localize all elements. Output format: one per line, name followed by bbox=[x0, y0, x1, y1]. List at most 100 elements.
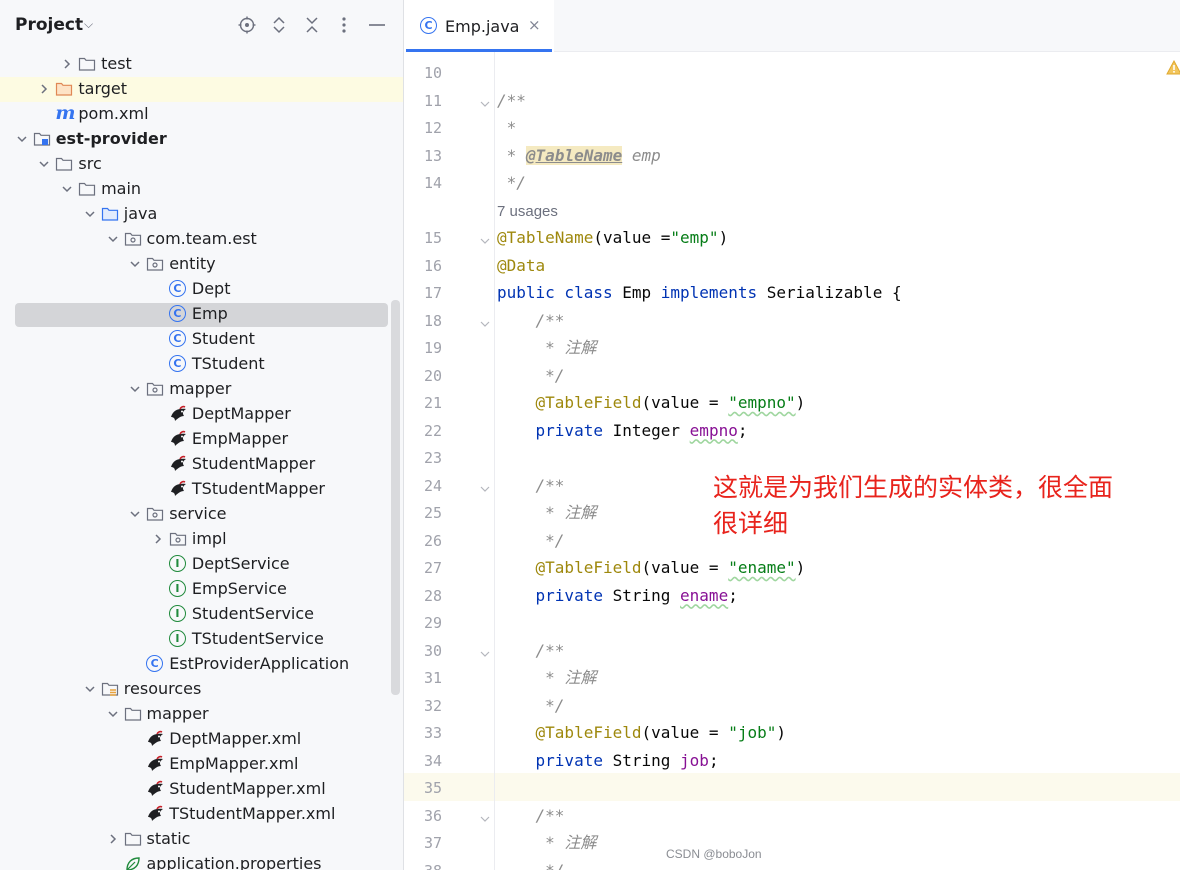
fold-icon[interactable] bbox=[479, 480, 491, 492]
code-line[interactable]: * @TableName emp bbox=[497, 145, 661, 166]
tree-item[interactable]: C TStudent bbox=[0, 352, 403, 377]
code-line[interactable]: private String ename; bbox=[497, 586, 738, 606]
tree-item[interactable]: C Emp bbox=[0, 302, 403, 327]
tree-item[interactable]: main bbox=[0, 177, 403, 202]
tree-item[interactable]: I EmpService bbox=[0, 577, 403, 602]
line-number: 18 bbox=[423, 311, 442, 330]
code-line[interactable]: @TableField(value = "ename") bbox=[497, 558, 806, 578]
code-line[interactable]: /** bbox=[497, 91, 526, 111]
tree-item[interactable]: I DeptService bbox=[0, 552, 403, 577]
expand-all-icon[interactable] bbox=[267, 13, 291, 37]
code-token: ) bbox=[795, 393, 806, 412]
tree-item[interactable]: mapper bbox=[0, 377, 403, 402]
chevron-down-icon[interactable] bbox=[15, 129, 29, 149]
project-title[interactable]: Project bbox=[15, 15, 83, 35]
tree-item[interactable]: I TStudentService bbox=[0, 627, 403, 652]
code-token: ename bbox=[680, 585, 729, 605]
tree-item[interactable]: target bbox=[0, 77, 403, 102]
chevron-down-icon[interactable] bbox=[128, 504, 142, 524]
code-line[interactable]: public class Emp implements Serializable… bbox=[497, 283, 902, 303]
tab-emp-java[interactable]: C Emp.java × bbox=[404, 0, 554, 52]
more-options-icon[interactable] bbox=[332, 13, 356, 37]
tree-item[interactable]: StudentMapper.xml bbox=[0, 777, 403, 802]
chevron-right-icon[interactable] bbox=[37, 79, 51, 99]
fold-icon[interactable] bbox=[479, 315, 491, 327]
tree-item[interactable]: application.properties bbox=[0, 852, 403, 870]
tree-item[interactable]: service bbox=[0, 502, 403, 527]
tree-item[interactable]: StudentMapper bbox=[0, 452, 403, 477]
tree-item[interactable]: TStudentMapper.xml bbox=[0, 802, 403, 827]
code-line[interactable]: private Integer empno; bbox=[497, 420, 748, 441]
tree-item[interactable]: DeptMapper.xml bbox=[0, 727, 403, 752]
chevron-down-icon[interactable] bbox=[83, 679, 97, 699]
chevron-down-icon[interactable] bbox=[128, 379, 142, 399]
tree-item[interactable]: resources bbox=[0, 677, 403, 702]
tree-scrollbar[interactable] bbox=[391, 300, 400, 695]
chevron-down-icon[interactable] bbox=[83, 204, 97, 224]
chevron-down-icon[interactable] bbox=[106, 704, 120, 724]
code-line[interactable]: * bbox=[497, 118, 517, 138]
tree-item[interactable]: java bbox=[0, 202, 403, 227]
tree-item[interactable]: est-provider bbox=[0, 127, 403, 152]
code-line[interactable]: private String job; bbox=[497, 751, 719, 771]
tree-item-label: entity bbox=[169, 254, 216, 273]
code-line[interactable]: */ bbox=[497, 531, 564, 551]
tree-item[interactable]: C Student bbox=[0, 327, 403, 352]
tree-item[interactable]: mapper bbox=[0, 702, 403, 727]
tree-item[interactable]: C Dept bbox=[0, 277, 403, 302]
close-icon[interactable]: × bbox=[528, 16, 541, 34]
code-line[interactable]: */ bbox=[497, 696, 564, 716]
gutter-divider bbox=[494, 52, 495, 870]
collapse-all-icon[interactable] bbox=[300, 13, 324, 37]
chevron-down-icon[interactable] bbox=[60, 179, 74, 199]
code-line[interactable]: @TableField(value = "empno") bbox=[497, 393, 806, 413]
chevron-right-icon[interactable] bbox=[60, 54, 74, 74]
code-line[interactable]: * 注解 bbox=[497, 668, 596, 688]
warning-icon[interactable] bbox=[1166, 59, 1180, 79]
tree-item[interactable]: src bbox=[0, 152, 403, 177]
tree-item[interactable]: com.team.est bbox=[0, 227, 403, 252]
fold-icon[interactable] bbox=[479, 810, 491, 822]
usages-inlay[interactable]: 7 usages bbox=[497, 202, 558, 222]
fold-icon[interactable] bbox=[479, 232, 491, 244]
code-line[interactable]: * 注解 bbox=[497, 338, 596, 358]
code-line[interactable]: */ bbox=[497, 861, 564, 870]
locate-icon[interactable] bbox=[235, 13, 259, 37]
chevron-down-icon[interactable] bbox=[106, 229, 120, 249]
tree-item[interactable]: DeptMapper bbox=[0, 402, 403, 427]
tree-item[interactable]: EmpMapper.xml bbox=[0, 752, 403, 777]
project-tree[interactable]: test target m pom.xml est-provider src main jav… bbox=[0, 52, 403, 870]
code-token: Integer bbox=[602, 420, 690, 440]
code-line[interactable]: * 注解 bbox=[497, 503, 596, 523]
code-line[interactable]: */ bbox=[497, 366, 564, 386]
chevron-right-icon[interactable] bbox=[106, 829, 120, 849]
tree-item[interactable]: EmpMapper bbox=[0, 427, 403, 452]
code-line[interactable]: @Data bbox=[497, 256, 545, 276]
tree-item[interactable]: entity bbox=[0, 252, 403, 277]
tree-item-label: resources bbox=[123, 679, 202, 698]
fold-icon[interactable] bbox=[479, 645, 491, 657]
code-line[interactable]: */ bbox=[497, 173, 526, 193]
tree-item[interactable]: I StudentService bbox=[0, 602, 403, 627]
tree-item[interactable]: impl bbox=[0, 527, 403, 552]
chevron-down-icon[interactable] bbox=[37, 154, 51, 174]
tree-item[interactable]: static bbox=[0, 827, 403, 852]
code-line[interactable]: * 注解 bbox=[497, 833, 596, 853]
code-line[interactable]: /** bbox=[497, 311, 565, 331]
fold-icon[interactable] bbox=[479, 95, 491, 107]
tree-item[interactable]: test bbox=[0, 52, 403, 77]
code-line[interactable]: @TableField(value = "job") bbox=[497, 723, 786, 743]
chevron-down-icon[interactable]: ⌵ bbox=[84, 17, 93, 32]
chevron-right-icon[interactable] bbox=[151, 529, 165, 549]
code-editor[interactable]: C Emp.java × 10 11 /** 12 * 13 * @TableName … bbox=[404, 0, 1180, 870]
tree-item[interactable]: m pom.xml bbox=[0, 102, 403, 127]
code-token: private bbox=[497, 585, 603, 605]
code-line[interactable]: /** bbox=[497, 641, 565, 661]
hide-icon[interactable] bbox=[365, 13, 389, 37]
tree-item[interactable]: TStudentMapper bbox=[0, 477, 403, 502]
code-line[interactable]: @TableName(value ="emp") bbox=[497, 228, 728, 248]
code-line[interactable]: /** bbox=[497, 806, 565, 826]
chevron-down-icon[interactable] bbox=[128, 254, 142, 274]
code-line[interactable]: /** bbox=[497, 476, 565, 496]
tree-item[interactable]: C EstProviderApplication bbox=[0, 652, 403, 677]
